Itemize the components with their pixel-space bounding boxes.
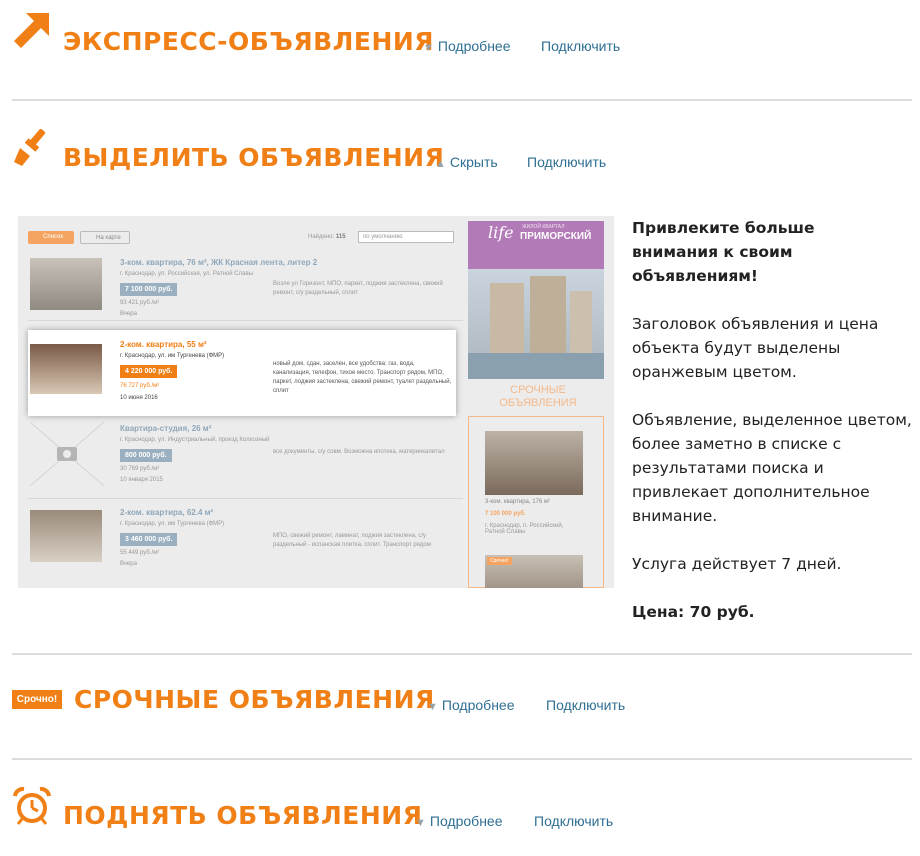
- listing-price: 3 460 000 руб.: [120, 533, 178, 546]
- highlight-text-2: Объявление, выделенное цветом, более зам…: [632, 411, 912, 525]
- side-heading: СРОЧНЫЕ ОБЪЯВЛЕНИЯ: [499, 384, 577, 409]
- found-count: 115: [335, 234, 346, 240]
- row-divider: [28, 498, 463, 499]
- listing-price: 7 100 000 руб.: [120, 283, 178, 296]
- listing-title: 3-ком. квартира, 76 м², ЖК Красная лента…: [120, 258, 318, 267]
- listing-title: 2-ком. квартира, 62.4 м²: [120, 508, 214, 517]
- divider: [12, 758, 912, 760]
- divider: [12, 653, 912, 655]
- camera-placeholder-icon: [30, 422, 104, 486]
- listing-per-meter: 93 421 руб./м²: [120, 300, 160, 306]
- found-label: Найдено: 115: [308, 234, 346, 240]
- urgent-badge-icon: Срочно!: [12, 690, 62, 709]
- ad-banner: life ЖИЛОЙ КВАРТАЛ ПРИМОРСКИЙ: [468, 221, 604, 379]
- listing-desc: МПО, свежий ремонт, ламинат, лоджия заст…: [273, 533, 431, 548]
- listing-title: Квартира-студия, 26 м²: [120, 424, 212, 433]
- details-toggle[interactable]: ▼ Подробнее: [415, 813, 503, 829]
- ad-building: [490, 283, 524, 353]
- listing-row-highlighted: 2-ком. квартира, 55 м² г. Краснодар, ул.…: [28, 330, 456, 416]
- listing-price: 4 220 000 руб.: [120, 365, 178, 378]
- chevron-down-icon: ▼: [423, 42, 434, 54]
- paintbrush-icon: [14, 128, 46, 166]
- connect-button[interactable]: Подключить: [534, 813, 613, 829]
- listing-desc: все документы, с/у совм. Возможна ипотек…: [273, 449, 445, 455]
- highlight-text-1: Заголовок объявления и цена объекта буду…: [632, 315, 879, 381]
- listing-address: г. Краснодар, ул. им Тургенева (ФМР): [120, 521, 225, 527]
- sort-select: по умолчанию: [358, 231, 454, 243]
- side-address: г. Краснодар, п. Российский, Ратной Слав…: [485, 523, 564, 535]
- ad-brand: life: [488, 223, 514, 242]
- listing-price: 800 000 руб.: [120, 449, 172, 462]
- section-express: ЭКСПРЕСС-ОБЪЯВЛЕНИЯ ▼ Подробнее Подключит…: [0, 0, 920, 100]
- chevron-up-icon: ▲: [435, 158, 446, 170]
- listing-date: 10 января 2015: [120, 477, 163, 483]
- section-title: ВЫДЕЛИТЬ ОБЪЯВЛЕНИЯ: [63, 143, 445, 172]
- listing-date: 10 июня 2016: [120, 395, 158, 401]
- toggle-label: Подробнее: [441, 697, 515, 713]
- ad-building: [570, 291, 592, 353]
- tab-map: На карте: [80, 231, 130, 244]
- highlight-heading: Привлеките больше внимания к своим объяв…: [632, 219, 815, 285]
- section-title: ПОДНЯТЬ ОБЪЯВЛЕНИЯ: [63, 801, 423, 830]
- side-photo: [485, 431, 583, 495]
- connect-button[interactable]: Подключить: [546, 697, 625, 713]
- ad-name: ПРИМОРСКИЙ: [520, 231, 592, 242]
- connect-button[interactable]: Подключить: [527, 154, 606, 170]
- side-urgent-panel: 3-ком. квартира, 176 м² 7 100 000 руб. г…: [468, 416, 604, 588]
- arrow-up-right-icon: [14, 13, 49, 48]
- toggle-label: Подробнее: [437, 38, 511, 54]
- details-toggle[interactable]: ▼ Подробнее: [423, 38, 511, 54]
- listing-row: 2-ком. квартира, 62.4 м² г. Краснодар, у…: [28, 506, 463, 588]
- listing-date: Вчера: [120, 311, 137, 317]
- listing-row: Квартира-студия, 26 м² г. Краснодар, ул.…: [28, 422, 463, 508]
- ad-building: [530, 276, 566, 354]
- tab-list: Список: [28, 231, 74, 244]
- highlight-price: Цена: 70 руб.: [632, 603, 755, 621]
- ad-brand-sub: ЖИЛОЙ КВАРТАЛ: [522, 224, 565, 230]
- listing-address: г. Краснодар, ул. Индустриальный, проезд…: [120, 437, 270, 443]
- listing-date: Вчера: [120, 561, 137, 567]
- section-title: ЭКСПРЕСС-ОБЪЯВЛЕНИЯ: [63, 27, 435, 56]
- toggle-label: Скрыть: [449, 154, 498, 170]
- side-badge: Срочно!: [487, 557, 512, 565]
- listing-per-meter: 55 449 руб./м²: [120, 550, 160, 556]
- listing-address: г. Краснодар, ул. Российская, ул. Ратной…: [120, 271, 253, 277]
- chevron-down-icon: ▼: [427, 701, 438, 713]
- listing-desc: новый дом, сдан, заселен, все удобства: …: [273, 361, 452, 394]
- listing-per-meter: 30 769 руб./м²: [120, 466, 160, 472]
- preview-screenshot: Список На карте Найдено: 115 по умолчани…: [18, 216, 614, 588]
- side-price: 7 100 000 руб.: [485, 511, 526, 517]
- listing-photo: [30, 510, 102, 562]
- listing-photo: [30, 344, 102, 394]
- alarm-clock-icon: [13, 786, 51, 825]
- found-label-text: Найдено:: [308, 234, 335, 240]
- row-divider: [28, 320, 463, 321]
- listing-address: г. Краснодар, ул. им Тургенева (ФМР): [120, 353, 225, 359]
- section-title: СРОЧНЫЕ ОБЪЯВЛЕНИЯ: [74, 685, 435, 714]
- highlight-duration: Услуга действует 7 дней.: [632, 555, 842, 573]
- listing-title: 2-ком. квартира, 55 м²: [120, 340, 207, 349]
- hide-toggle[interactable]: ▲ Скрыть: [435, 154, 498, 170]
- listing-row: 3-ком. квартира, 76 м², ЖК Красная лента…: [28, 254, 463, 340]
- listing-desc: Возле ул Горизонт, МПО, паркет, лоджия з…: [273, 281, 443, 296]
- toggle-label: Подробнее: [429, 813, 503, 829]
- connect-button[interactable]: Подключить: [541, 38, 620, 54]
- divider: [12, 99, 912, 101]
- side-title: 3-ком. квартира, 176 м²: [485, 499, 551, 505]
- listing-per-meter: 76 727 руб./м²: [120, 383, 160, 389]
- ad-water: [468, 353, 604, 379]
- details-toggle[interactable]: ▼ Подробнее: [427, 697, 515, 713]
- listing-photo: [30, 258, 102, 310]
- chevron-down-icon: ▼: [415, 817, 426, 829]
